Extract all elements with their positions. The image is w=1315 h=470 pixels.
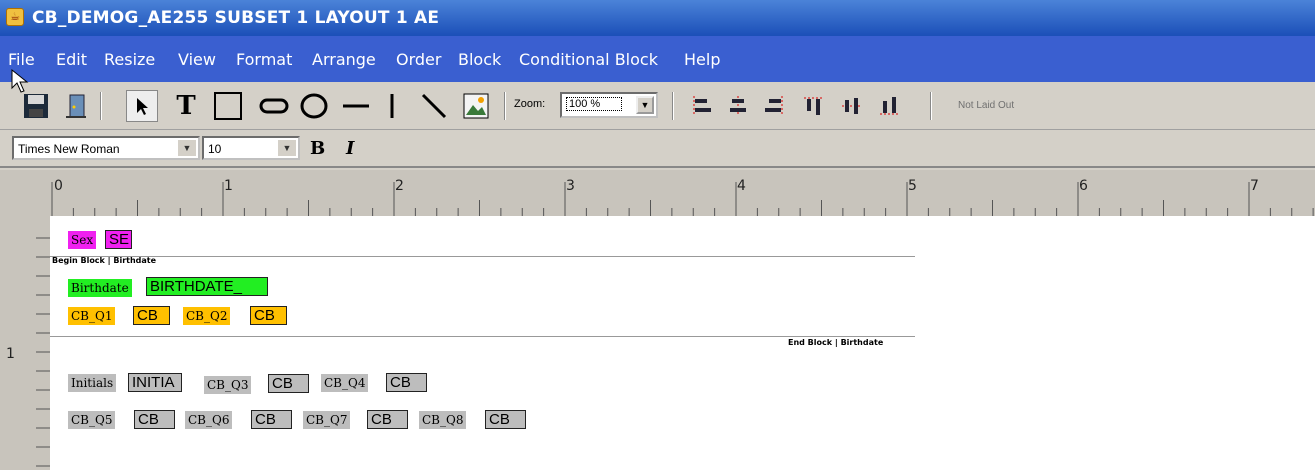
cb-q8-field[interactable]: CB (485, 410, 526, 429)
exit-door-icon[interactable] (60, 90, 92, 122)
menu-conditional-block[interactable]: Conditional Block (519, 50, 658, 69)
ruler-label: 2 (395, 178, 404, 194)
ruler-label: 6 (1079, 178, 1088, 194)
horizontal-line-tool-icon[interactable] (340, 90, 372, 122)
zoom-value: 100 % (566, 97, 622, 111)
cb-q4-label[interactable]: CB_Q4 (321, 374, 369, 392)
vertical-line-tool-icon[interactable] (376, 90, 408, 122)
menu-file[interactable]: File (8, 50, 35, 69)
font-size-select[interactable]: 10 ▼ (202, 136, 300, 160)
font-size-value: 10 (208, 142, 222, 156)
cb-q1-field[interactable]: CB (133, 306, 170, 325)
pointer-tool-icon[interactable] (126, 90, 158, 122)
toolbar-separator (672, 92, 674, 120)
align-left-icon[interactable] (686, 90, 718, 122)
sex-field[interactable]: SE (105, 230, 132, 249)
menu-block[interactable]: Block (458, 50, 501, 69)
diagonal-line-tool-icon[interactable] (418, 90, 450, 122)
zoom-select[interactable]: 100 % ▼ (560, 92, 658, 118)
ruler-ticks (36, 237, 50, 467)
rounded-rectangle-tool-icon[interactable] (258, 90, 290, 122)
menu-edit[interactable]: Edit (56, 50, 87, 69)
zoom-label: Zoom: (514, 98, 546, 110)
italic-button[interactable]: I (346, 138, 354, 159)
cb-q5-field[interactable]: CB (134, 410, 175, 429)
sex-label[interactable]: Sex (68, 231, 97, 249)
menu-bar: File Edit Resize View Format Arrange Ord… (0, 36, 1315, 82)
window-title: CB_DEMOG_AE255 SUBSET 1 LAYOUT 1 AE (32, 8, 440, 28)
menu-help[interactable]: Help (684, 50, 720, 69)
text-tool-icon[interactable]: T (170, 90, 202, 122)
ruler-label: 5 (908, 178, 917, 194)
block-end-marker[interactable]: End Block | Birthdate (788, 338, 883, 347)
align-top-icon[interactable] (798, 90, 830, 122)
ruler-label: 4 (737, 178, 746, 194)
cb-q6-label[interactable]: CB_Q6 (185, 411, 233, 429)
toolbar-separator (930, 92, 932, 120)
format-bar: Times New Roman ▼ 10 ▼ B I (0, 130, 1315, 168)
save-icon[interactable] (20, 90, 52, 122)
align-middle-icon[interactable] (836, 90, 868, 122)
cb-q5-label[interactable]: CB_Q5 (68, 411, 116, 429)
menu-order[interactable]: Order (396, 50, 441, 69)
initials-label[interactable]: Initials (68, 374, 117, 392)
ruler-label: 1 (224, 178, 233, 194)
birthdate-field[interactable]: BIRTHDATE_ (146, 277, 268, 296)
cb-q7-label[interactable]: CB_Q7 (303, 411, 351, 429)
ruler-ticks (51, 182, 1314, 216)
align-right-icon[interactable] (758, 90, 790, 122)
cb-q2-label[interactable]: CB_Q2 (183, 307, 231, 325)
menu-resize[interactable]: Resize (104, 50, 155, 69)
block-begin-line (50, 256, 915, 257)
chevron-down-icon[interactable]: ▼ (636, 96, 654, 114)
align-bottom-icon[interactable] (874, 90, 906, 122)
font-family-select[interactable]: Times New Roman ▼ (12, 136, 200, 160)
toolbar-separator (100, 92, 102, 120)
ruler-label: 7 (1250, 178, 1259, 194)
chevron-down-icon[interactable]: ▼ (178, 140, 196, 156)
ellipse-tool-icon[interactable] (298, 90, 330, 122)
layout-status-text: Not Laid Out (958, 100, 1015, 111)
vertical-ruler: 1 (0, 216, 50, 470)
rectangle-tool-icon[interactable] (212, 90, 244, 122)
birthdate-label[interactable]: Birthdate (68, 279, 132, 297)
ruler-label: 0 (54, 178, 63, 194)
horizontal-ruler: 0 1 2 3 4 5 6 7 (0, 170, 1315, 216)
cb-q6-field[interactable]: CB (251, 410, 292, 429)
toolbar-separator (504, 92, 506, 120)
menu-arrange[interactable]: Arrange (312, 50, 376, 69)
block-end-line (50, 336, 915, 337)
cb-q4-field[interactable]: CB (386, 373, 427, 392)
mouse-cursor-icon (11, 68, 29, 93)
title-bar: ☕ CB_DEMOG_AE255 SUBSET 1 LAYOUT 1 AE (0, 0, 1315, 36)
image-tool-icon[interactable] (460, 90, 492, 122)
chevron-down-icon[interactable]: ▼ (278, 140, 296, 156)
initials-field[interactable]: INITIA (128, 373, 182, 392)
bold-button[interactable]: B (310, 138, 325, 159)
block-begin-marker[interactable]: Begin Block | Birthdate (52, 256, 156, 265)
cb-q1-label[interactable]: CB_Q1 (68, 307, 116, 325)
ruler-label: 1 (6, 346, 15, 362)
layout-canvas[interactable]: Sex SE Begin Block | Birthdate Birthdate… (50, 216, 915, 470)
cb-q8-label[interactable]: CB_Q8 (419, 411, 467, 429)
font-family-value: Times New Roman (18, 142, 120, 156)
cb-q3-label[interactable]: CB_Q3 (204, 376, 252, 394)
ruler-label: 3 (566, 178, 575, 194)
toolbar: T Zoom: 100 % ▼ Not Laid Out (0, 82, 1315, 130)
canvas-margin-area (915, 216, 1315, 470)
java-app-icon[interactable]: ☕ (6, 8, 24, 26)
menu-view[interactable]: View (178, 50, 216, 69)
align-center-icon[interactable] (722, 90, 754, 122)
cb-q7-field[interactable]: CB (367, 410, 408, 429)
menu-format[interactable]: Format (236, 50, 292, 69)
cb-q3-field[interactable]: CB (268, 374, 309, 393)
cb-q2-field[interactable]: CB (250, 306, 287, 325)
